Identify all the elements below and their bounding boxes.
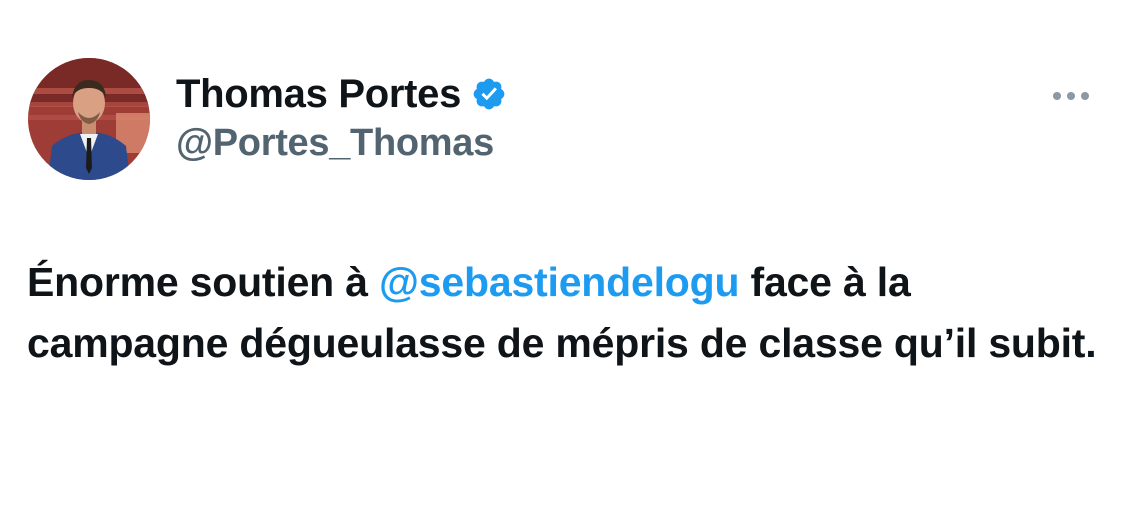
avatar[interactable] [28, 58, 150, 180]
author-handle[interactable]: @Portes_Thomas [176, 122, 507, 165]
mention-link[interactable]: @sebastiendelogu [379, 259, 739, 305]
tweet-text: Énorme soutien à @sebastiendelogu face à… [27, 252, 1107, 374]
tweet-text-part1: Énorme soutien à [27, 259, 380, 305]
tweet-card: Thomas Portes @Portes_Thomas Énorme sout… [0, 0, 1125, 525]
name-row: Thomas Portes [176, 68, 507, 120]
verified-badge-icon [471, 76, 507, 112]
avatar-image [28, 58, 150, 180]
author-block: Thomas Portes @Portes_Thomas [176, 68, 507, 165]
display-name[interactable]: Thomas Portes [176, 72, 461, 117]
more-options-icon[interactable] [1046, 82, 1096, 110]
